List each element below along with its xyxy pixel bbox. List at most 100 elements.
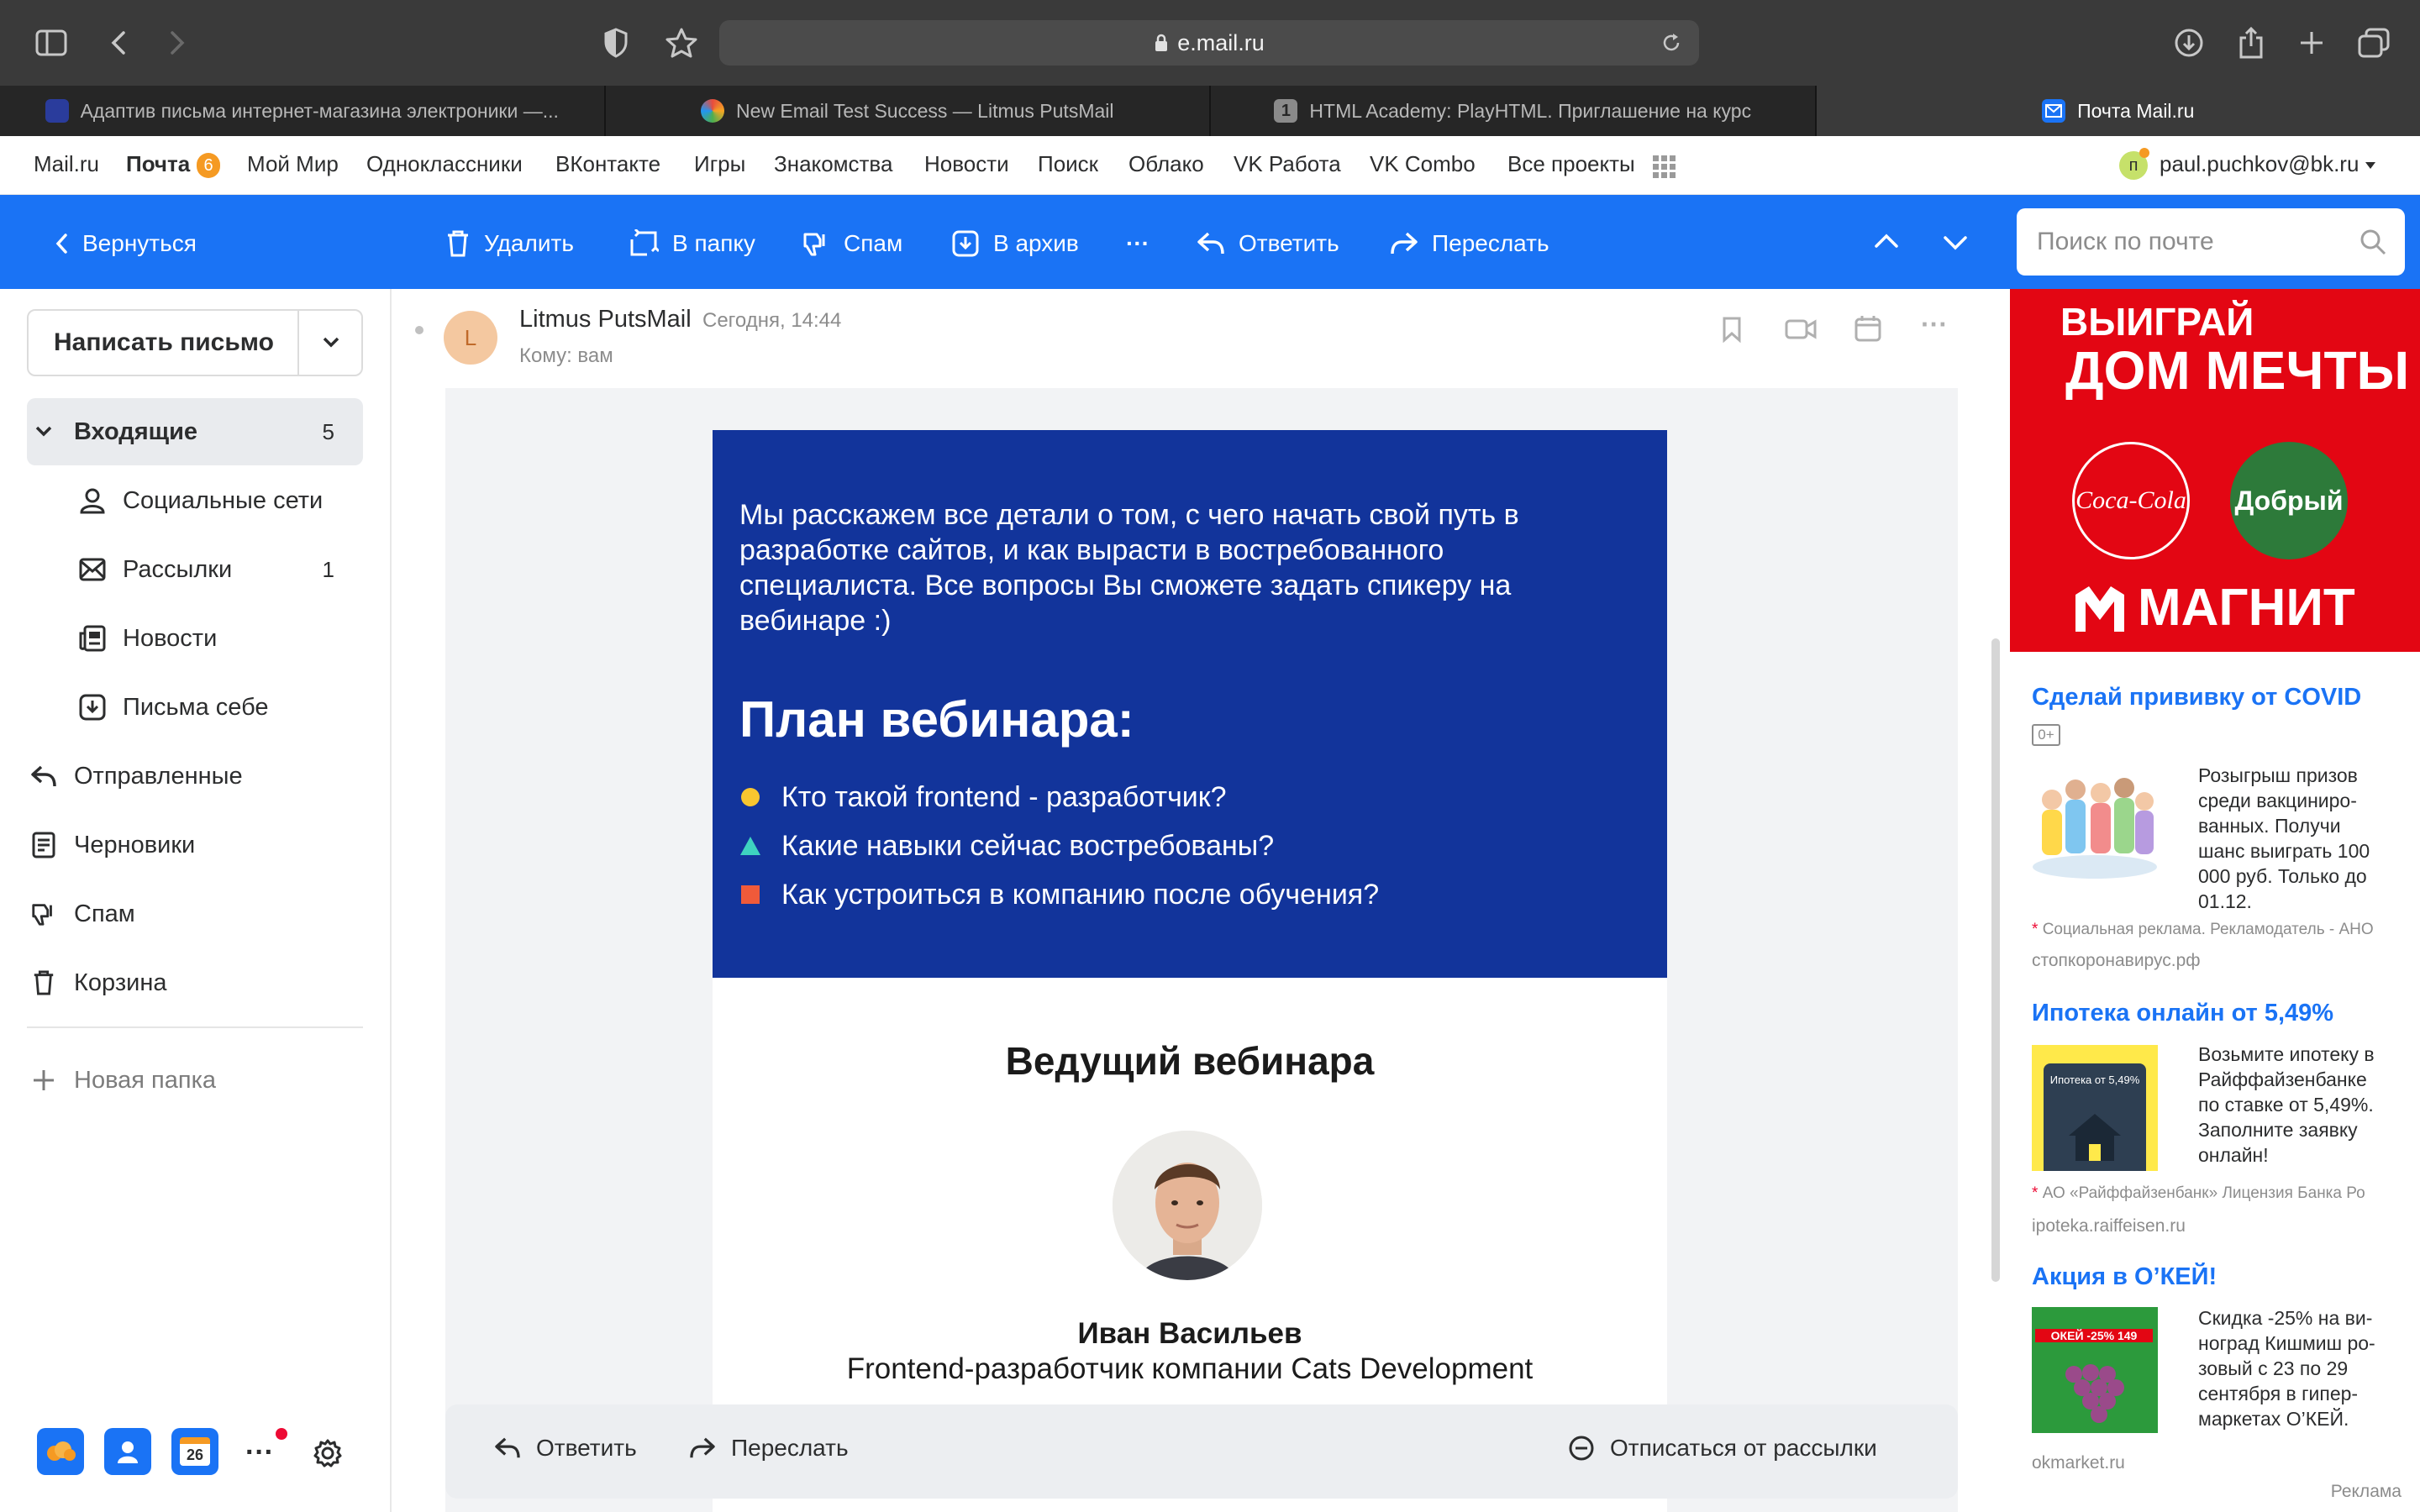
- spam-button[interactable]: Спам: [802, 225, 902, 262]
- news-icon: [76, 625, 109, 652]
- move-to-folder-button[interactable]: В папку: [629, 225, 755, 262]
- chevron-down-icon[interactable]: [321, 336, 341, 349]
- grid-apps-icon[interactable]: [1652, 155, 1677, 180]
- message-date: Сегодня, 14:44: [702, 309, 842, 332]
- portal-link-vkwork[interactable]: VK Работа: [1234, 151, 1341, 177]
- tab-favicon-icon: [45, 99, 69, 123]
- inbox-down-icon: [76, 694, 109, 721]
- portal-link-news[interactable]: Новости: [924, 151, 1009, 177]
- new-tab-plus-icon[interactable]: [2291, 22, 2333, 64]
- back-arrow-icon[interactable]: [97, 22, 139, 64]
- portal-link-moimir[interactable]: Мой Мир: [247, 151, 339, 177]
- reload-icon[interactable]: [1660, 32, 1682, 54]
- ad-host[interactable]: стопкоронавирус.рф: [2032, 951, 2201, 971]
- unsubscribe-button[interactable]: Отписаться от рассылки: [1568, 1435, 1877, 1462]
- portal-link-all-projects[interactable]: Все проекты: [1507, 151, 1635, 177]
- sidebar-toggle-icon[interactable]: [30, 22, 72, 64]
- archive-button[interactable]: В архив: [951, 225, 1079, 262]
- forward-button[interactable]: Переслать: [1390, 225, 1549, 262]
- shield-icon[interactable]: [595, 22, 637, 64]
- divider: [27, 1026, 363, 1028]
- calendar-app-icon[interactable]: 26: [171, 1428, 218, 1475]
- download-icon[interactable]: [2168, 22, 2210, 64]
- portal-link-dating[interactable]: Знакомства: [774, 151, 892, 177]
- folder-spam[interactable]: Спам: [27, 880, 363, 948]
- folder-social[interactable]: Социальные сети: [27, 467, 363, 534]
- contacts-app-icon[interactable]: [104, 1428, 151, 1475]
- footer-reply-label: Ответить: [536, 1435, 637, 1461]
- ad-title[interactable]: Акция в О’КЕЙ!: [2032, 1263, 2217, 1291]
- move-to-folder-label: В папку: [672, 230, 755, 256]
- mail-search-input[interactable]: Поиск по почте: [2017, 208, 2405, 276]
- chevron-down-icon[interactable]: [27, 425, 60, 438]
- browser-tab-strip: Адаптив письма интернет-магазина электро…: [0, 86, 2420, 136]
- compose-button[interactable]: Написать письмо: [27, 309, 363, 376]
- read-status-dot[interactable]: [415, 326, 424, 334]
- spam-thumb-icon: [803, 233, 825, 256]
- trash-icon: [448, 230, 468, 257]
- reply-button[interactable]: Ответить: [1197, 225, 1339, 262]
- ad-text[interactable]: Возьмите ипотеку в Райффайзенбанке по ст…: [2198, 1042, 2391, 1168]
- message-recipient[interactable]: Кому: вам: [519, 344, 613, 368]
- sender-name[interactable]: Litmus PutsMail: [519, 306, 692, 333]
- folder-count: 5: [322, 418, 334, 444]
- ad-text[interactable]: Скидка -25% на ви-ноград Кишмиш ро-зовый…: [2198, 1305, 2391, 1431]
- user-email[interactable]: paul.puchkov@bk.ru: [2160, 151, 2359, 177]
- new-folder-button[interactable]: Новая папка: [27, 1047, 363, 1114]
- folder-news[interactable]: Новости: [27, 605, 363, 672]
- back-button[interactable]: Вернуться: [54, 225, 197, 262]
- portal-link-cloud[interactable]: Облако: [1128, 151, 1204, 177]
- cloud-app-icon[interactable]: [37, 1428, 84, 1475]
- message-view: L Litmus PutsMail Сегодня, 14:44 Кому: в…: [393, 289, 2010, 1512]
- more-actions-button[interactable]: ···: [1126, 225, 1150, 262]
- forward-arrow-icon[interactable]: [156, 22, 198, 64]
- share-icon[interactable]: [2230, 22, 2272, 64]
- folder-inbox[interactable]: Входящие 5: [27, 398, 363, 465]
- folder-trash[interactable]: Корзина: [27, 949, 363, 1016]
- portal-link-vk[interactable]: ВКонтакте: [555, 151, 660, 177]
- portal-link-mail[interactable]: Почта: [126, 151, 190, 177]
- plan-list: Кто такой frontend - разработчик? Какие …: [739, 773, 1379, 919]
- chevron-down-icon[interactable]: [2365, 161, 2376, 170]
- bookmark-icon[interactable]: [1721, 316, 1743, 343]
- browser-tab[interactable]: 1 HTML Academy: PlayHTML. Приглашение на…: [1211, 86, 1817, 136]
- litmus-favicon-icon: [701, 99, 724, 123]
- folder-label: Черновики: [74, 831, 196, 858]
- folder-to-self[interactable]: Письма себе: [27, 674, 363, 741]
- ad-host[interactable]: ipoteka.raiffeisen.ru: [2032, 1216, 2186, 1236]
- settings-gear-icon[interactable]: [313, 1438, 343, 1468]
- browser-tab[interactable]: Адаптив письма интернет-магазина электро…: [0, 86, 606, 136]
- browser-tab-active[interactable]: Почта Mail.ru: [1816, 86, 2420, 136]
- more-options-icon[interactable]: ···: [1921, 309, 1948, 340]
- video-call-icon[interactable]: [1785, 316, 1817, 343]
- portal-link-ok[interactable]: Одноклассники: [366, 151, 523, 177]
- ad-text[interactable]: Розыгрыш призов среди вакциниро-ванных. …: [2198, 763, 2391, 914]
- folder-newsletters[interactable]: Рассылки 1: [27, 536, 363, 603]
- next-message-chevron-icon[interactable]: [1943, 235, 1968, 252]
- portal-link-vkcombo[interactable]: VK Combo: [1370, 151, 1476, 177]
- footer-reply-button[interactable]: Ответить: [494, 1435, 637, 1462]
- tab-overview-icon[interactable]: [2353, 22, 2395, 64]
- ad-title[interactable]: Ипотека онлайн от 5,49%: [2032, 1000, 2333, 1027]
- archive-label: В архив: [993, 230, 1079, 256]
- delete-button[interactable]: Удалить: [445, 225, 574, 262]
- search-icon[interactable]: [2360, 228, 2386, 255]
- ad-title[interactable]: Сделай прививку от COVID: [2032, 684, 2361, 711]
- chevron-left-icon: [55, 234, 67, 254]
- portal-link-mailru[interactable]: Mail.ru: [34, 151, 99, 177]
- star-bookmark-icon[interactable]: [660, 22, 702, 64]
- calendar-icon[interactable]: [1854, 314, 1882, 343]
- footer-forward-button[interactable]: Переслать: [689, 1435, 849, 1462]
- spam-thumb-icon: [27, 900, 60, 927]
- ad-host[interactable]: okmarket.ru: [2032, 1453, 2125, 1473]
- browser-tab[interactable]: New Email Test Success — Litmus PutsMail: [606, 86, 1211, 136]
- message-scrollbar[interactable]: [1991, 638, 2000, 1282]
- folder-sent[interactable]: Отправленные: [27, 743, 363, 810]
- portal-link-games[interactable]: Игры: [694, 151, 745, 177]
- ad-banner-magnit[interactable]: ВЫИГРАЙ ДОМ МЕЧТЫ Coca-Cola Добрый МАГНИ…: [2010, 289, 2420, 652]
- previous-message-chevron-icon[interactable]: [1874, 232, 1899, 249]
- portal-link-search[interactable]: Поиск: [1038, 151, 1098, 177]
- address-bar[interactable]: e.mail.ru: [719, 20, 1699, 66]
- folder-drafts[interactable]: Черновики: [27, 811, 363, 879]
- more-apps-icon[interactable]: ···: [245, 1436, 274, 1469]
